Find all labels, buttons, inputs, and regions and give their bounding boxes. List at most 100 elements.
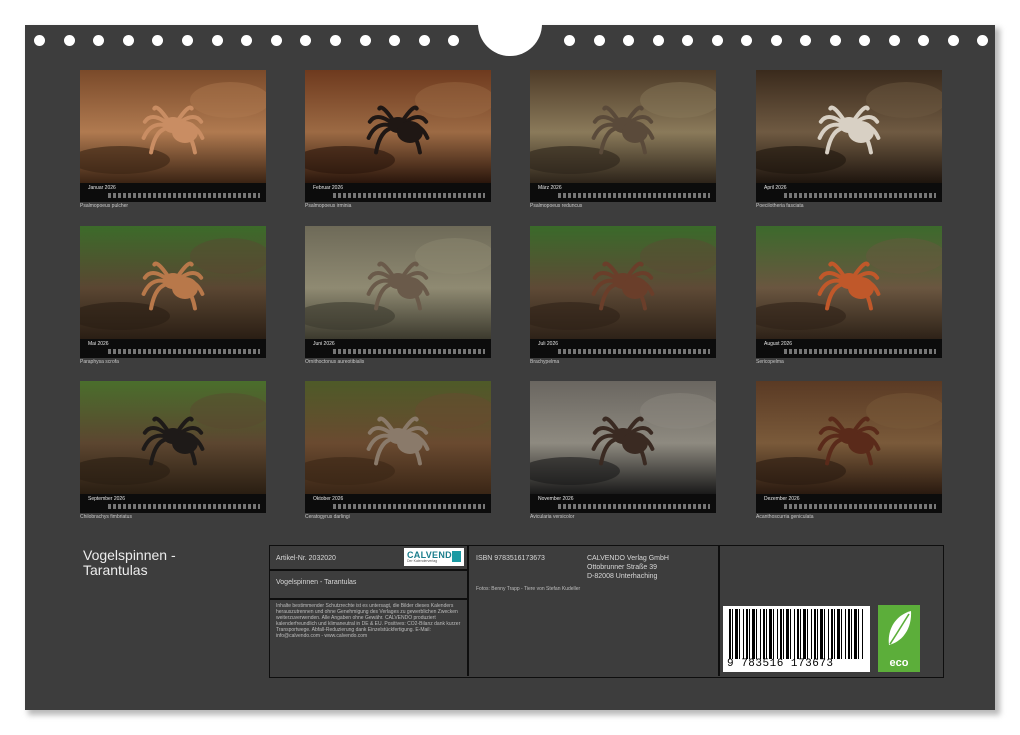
month-page: Mai 2026 Paraphysa scrofa <box>80 226 266 366</box>
product-title: Vogelspinnen - Tarantulas <box>276 579 357 586</box>
month-page: Juni 2026 Ornithoctonus aureotibialis <box>305 226 491 366</box>
month-name: Juni 2026 <box>313 341 335 347</box>
day-numbers-strip <box>333 349 485 354</box>
day-numbers-strip <box>558 349 710 354</box>
day-numbers-strip <box>558 193 710 198</box>
tarantula-photo <box>305 70 491 183</box>
binding-hole <box>564 35 575 46</box>
binding-hole <box>418 35 430 46</box>
month-page: Dezember 2026 Acanthoscurria geniculata <box>756 381 942 521</box>
day-numbers-strip <box>784 193 936 198</box>
species-caption: Sericopelma <box>756 359 784 365</box>
binding-hole <box>593 35 605 46</box>
month-page: April 2026 Poecilotheria fasciata <box>756 70 942 210</box>
divider <box>467 546 469 676</box>
binding-hole <box>770 35 782 46</box>
month-day-strip: Mai 2026 <box>80 339 266 358</box>
species-caption: Psalmopoeus reduncus <box>530 203 583 209</box>
month-day-strip: Januar 2026 <box>80 183 266 202</box>
month-name: Oktober 2026 <box>313 496 344 502</box>
tarantula-photo <box>530 70 716 183</box>
calvendo-logo: CALVENDO Der Kalenderverlag <box>404 548 464 566</box>
tarantula-photo <box>80 381 266 494</box>
binding-hole <box>977 35 988 46</box>
month-name: September 2026 <box>88 496 125 502</box>
isbn: ISBN 9783516173673 <box>476 555 545 562</box>
month-name: März 2026 <box>538 185 562 191</box>
species-caption: Avicularia versicolor <box>530 514 575 520</box>
tarantula-photo <box>305 381 491 494</box>
photo-credit: Fotos: Benny Trapp - Tiere von Stefan Ku… <box>476 586 581 592</box>
binding-hole <box>859 35 870 46</box>
tarantula-photo <box>756 70 942 183</box>
day-numbers-strip <box>108 504 260 509</box>
day-numbers-strip <box>333 193 485 198</box>
month-day-strip: November 2026 <box>530 494 716 513</box>
month-page: Februar 2026 Psalmopoeus irminia <box>305 70 491 210</box>
binding-hole <box>652 35 664 46</box>
month-name: November 2026 <box>538 496 574 502</box>
month-page: August 2026 Sericopelma <box>756 226 942 366</box>
species-caption: Paraphysa scrofa <box>80 359 119 365</box>
binding-hole <box>623 35 634 46</box>
binding-hole <box>330 35 341 46</box>
species-caption: Chilobrachys fimbriatus <box>80 514 132 520</box>
logo-flag-icon <box>452 551 461 562</box>
logo-subtitle: Der Kalenderverlag <box>407 559 438 563</box>
binding-hole <box>918 35 929 46</box>
binding-hole <box>211 35 223 46</box>
tarantula-photo <box>80 226 266 339</box>
binding-hole <box>34 35 45 46</box>
barcode-digits: 9 783516 173673 <box>727 658 834 670</box>
month-name: Februar 2026 <box>313 185 344 191</box>
month-page: Oktober 2026 Ceratogyrus darlingi <box>305 381 491 521</box>
species-caption: Brachypelma <box>530 359 560 365</box>
month-day-strip: Juli 2026 <box>530 339 716 358</box>
publisher-city: D-82008 Unterhaching <box>587 573 658 580</box>
month-name: Juli 2026 <box>538 341 559 347</box>
binding-hole <box>800 35 811 46</box>
day-numbers-strip <box>108 193 260 198</box>
day-numbers-strip <box>784 504 936 509</box>
month-page: November 2026 Avicularia versicolor <box>530 381 716 521</box>
binding-hole <box>63 35 75 46</box>
leaf-icon <box>888 611 912 645</box>
calendar-title: Vogelspinnen - Tarantulas <box>83 547 176 578</box>
day-numbers-strip <box>108 349 260 354</box>
binding-hole <box>947 35 959 46</box>
month-day-strip: August 2026 <box>756 339 942 358</box>
day-numbers-strip <box>558 504 710 509</box>
month-day-strip: Februar 2026 <box>305 183 491 202</box>
day-numbers-strip <box>784 349 936 354</box>
binding-hole <box>182 35 193 46</box>
species-caption: Acanthoscurria geniculata <box>756 514 814 520</box>
binding-hole <box>829 35 841 46</box>
binding-hole <box>888 35 900 46</box>
species-caption: Psalmopoeus pulcher <box>80 203 129 209</box>
tarantula-photo <box>756 381 942 494</box>
tarantula-photo <box>530 226 716 339</box>
binding-hole <box>122 35 134 46</box>
species-caption: Ceratogyrus darlingi <box>305 514 350 520</box>
binding-hole <box>741 35 752 46</box>
month-day-strip: September 2026 <box>80 494 266 513</box>
month-day-strip: Oktober 2026 <box>305 494 491 513</box>
binding-hole <box>711 35 723 46</box>
species-caption: Psalmopoeus irminia <box>305 203 352 209</box>
eco-badge: eco <box>878 605 920 672</box>
month-page: September 2026 Chilobrachys fimbriatus <box>80 381 266 521</box>
month-day-strip: April 2026 <box>756 183 942 202</box>
publisher-street: Ottobrunner Straße 39 <box>587 564 658 571</box>
month-name: April 2026 <box>764 185 787 191</box>
month-name: Januar 2026 <box>88 185 116 191</box>
tarantula-photo <box>756 226 942 339</box>
divider <box>270 598 467 600</box>
eco-label: eco <box>889 657 909 669</box>
month-page: Januar 2026 Psalmopoeus pulcher <box>80 70 266 210</box>
month-day-strip: März 2026 <box>530 183 716 202</box>
binding-hole <box>359 35 371 46</box>
publisher-name: CALVENDO Verlag GmbH <box>587 555 669 562</box>
tarantula-photo <box>530 381 716 494</box>
species-caption: Ornithoctonus aureotibialis <box>305 359 365 365</box>
tarantula-photo <box>305 226 491 339</box>
